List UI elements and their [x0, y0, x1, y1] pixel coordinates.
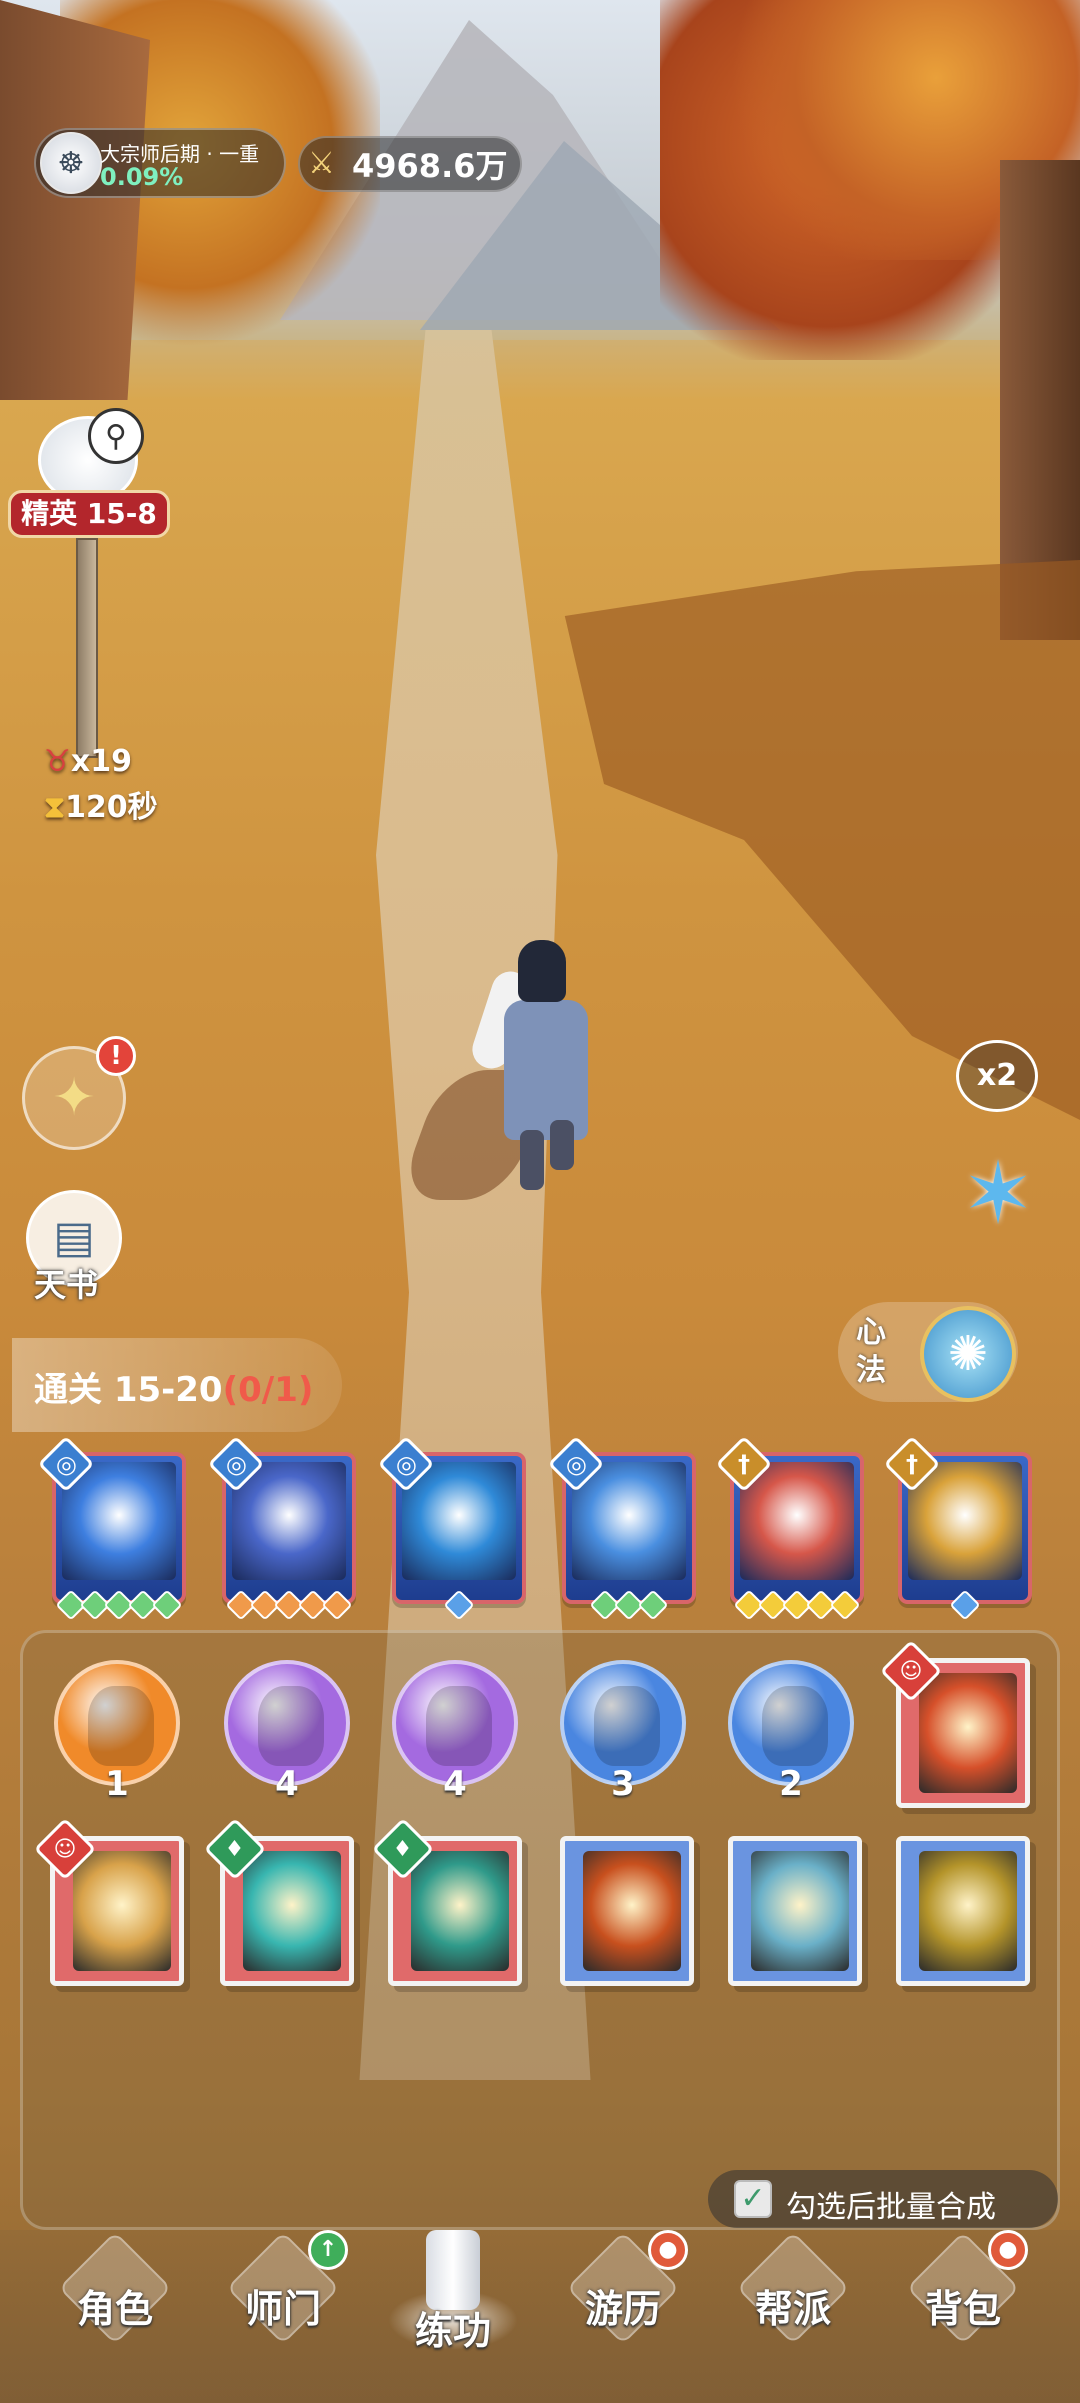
orb-count: 4: [443, 1764, 467, 1804]
nav-item[interactable]: 帮派: [718, 2231, 868, 2370]
skill-card[interactable]: †: [883, 1435, 1032, 1621]
skill-art: [62, 1462, 176, 1580]
meditating-figure-icon: [594, 1686, 660, 1766]
magnifier-icon[interactable]: ⚲: [88, 408, 144, 464]
star-rating: [902, 1589, 1028, 1621]
skill-art: [402, 1462, 516, 1580]
enemy-counter: ♉x19: [44, 744, 132, 779]
skill-book[interactable]: ♦: [203, 1817, 354, 1986]
skill-art: [232, 1462, 346, 1580]
batch-checkbox[interactable]: ✓: [734, 2180, 772, 2218]
nav-item[interactable]: 角色: [40, 2231, 190, 2370]
meditating-figure-icon: [258, 1686, 324, 1766]
alert-badge: !: [96, 1036, 136, 1076]
hourglass-icon: ⧗: [44, 790, 66, 825]
star-rating: [55, 1589, 183, 1621]
skill-card[interactable]: ◎: [37, 1435, 186, 1621]
skill-book[interactable]: ☺: [879, 1639, 1030, 1808]
rank-gem-icon: [949, 1589, 981, 1621]
orb-count: 2: [779, 1764, 803, 1804]
skill-art: [740, 1462, 854, 1580]
skill-card[interactable]: †: [715, 1435, 864, 1621]
hero-head: [518, 940, 566, 1002]
book-art: [583, 1851, 681, 1971]
skill-card[interactable]: ◎: [207, 1435, 356, 1621]
orb-count: 1: [105, 1764, 129, 1804]
meditating-figure-icon: [88, 1686, 154, 1766]
skill-book[interactable]: [560, 1836, 694, 1986]
xinfa-skill-icon[interactable]: ✺: [920, 1306, 1016, 1402]
enemy-count-value: x19: [70, 744, 133, 779]
orb-count: 3: [611, 1764, 635, 1804]
nav-item[interactable]: 师门 ↑: [208, 2230, 358, 2370]
time-value: 120秒: [65, 790, 158, 825]
stage-badge[interactable]: 精英 15-8: [8, 490, 170, 538]
book-label[interactable]: 天书: [34, 1260, 98, 1306]
objective-progress: (0/1): [222, 1370, 314, 1410]
skill-card[interactable]: ◎: [377, 1435, 526, 1621]
notification-badge-icon: ●: [988, 2230, 1028, 2270]
combat-power: 4968.6万: [352, 147, 508, 185]
hero-leg: [520, 1130, 544, 1190]
demon-head-icon: ♉: [44, 744, 71, 779]
nav-label: 背包: [924, 2287, 1001, 2331]
speed-toggle-button[interactable]: x2: [956, 1040, 1038, 1112]
cliff-left: [0, 0, 150, 400]
rank-avatar-icon[interactable]: ☸: [40, 132, 102, 194]
skill-book[interactable]: [728, 1836, 862, 1986]
objective-text: 通关 15-20(0/1): [34, 1362, 313, 1411]
meditating-figure-icon: [762, 1686, 828, 1766]
rank-progress: 0.09%: [100, 163, 184, 191]
nav-label: 角色: [76, 2287, 153, 2331]
batch-label[interactable]: 勾选后批量合成: [786, 2182, 996, 2226]
stage-progress-pole: [76, 538, 98, 758]
upgrade-badge-icon: ↑: [308, 2230, 348, 2270]
nav-label: 师门: [244, 2287, 321, 2331]
skill-art: [572, 1462, 686, 1580]
hero-leg: [550, 1120, 574, 1170]
star-rating: [566, 1589, 692, 1621]
notification-badge-icon: ●: [648, 2230, 688, 2270]
objective-label: 通关 15-20: [34, 1370, 223, 1410]
skill-card[interactable]: ◎: [547, 1435, 696, 1621]
rank-gem-icon: [151, 1589, 183, 1621]
nav-item[interactable]: 练功: [378, 2230, 528, 2370]
book-art: [751, 1851, 849, 1971]
nav-label: 帮派: [754, 2287, 831, 2331]
orb-count: 4: [275, 1764, 299, 1804]
nav-item[interactable]: 游历 ●: [548, 2230, 698, 2370]
book-art: [411, 1851, 509, 1971]
book-art: [243, 1851, 341, 1971]
xinfa-label[interactable]: 心法: [856, 1314, 896, 1390]
rank-gem-icon: [443, 1589, 475, 1621]
crossed-swords-icon: ⚔: [308, 146, 335, 181]
skill-book[interactable]: [896, 1836, 1030, 1986]
skill-book[interactable]: ♦: [371, 1817, 522, 1986]
book-art: [919, 1673, 1017, 1793]
rank-gem-icon: [321, 1589, 353, 1621]
nav-label: 游历: [584, 2287, 661, 2331]
skill-art: [908, 1462, 1022, 1580]
nav-item[interactable]: 背包 ●: [888, 2230, 1038, 2370]
star-rating: [396, 1589, 522, 1621]
skill-book[interactable]: ☺: [33, 1817, 184, 1986]
grass-shadow: [564, 560, 1080, 1120]
book-art: [919, 1851, 1017, 1971]
training-post-icon: [426, 2230, 480, 2310]
rank-gem-icon: [829, 1589, 861, 1621]
nav-label: 练功: [414, 2309, 491, 2353]
time-remaining: ⧗120秒: [44, 782, 158, 826]
rank-gem-icon: [637, 1589, 669, 1621]
book-art: [73, 1851, 171, 1971]
star-rating: [733, 1589, 861, 1621]
star-skill-icon[interactable]: ✶: [948, 1144, 1048, 1244]
hero-character: [504, 1000, 588, 1140]
meditating-figure-icon: [426, 1686, 492, 1766]
star-rating: [225, 1589, 353, 1621]
